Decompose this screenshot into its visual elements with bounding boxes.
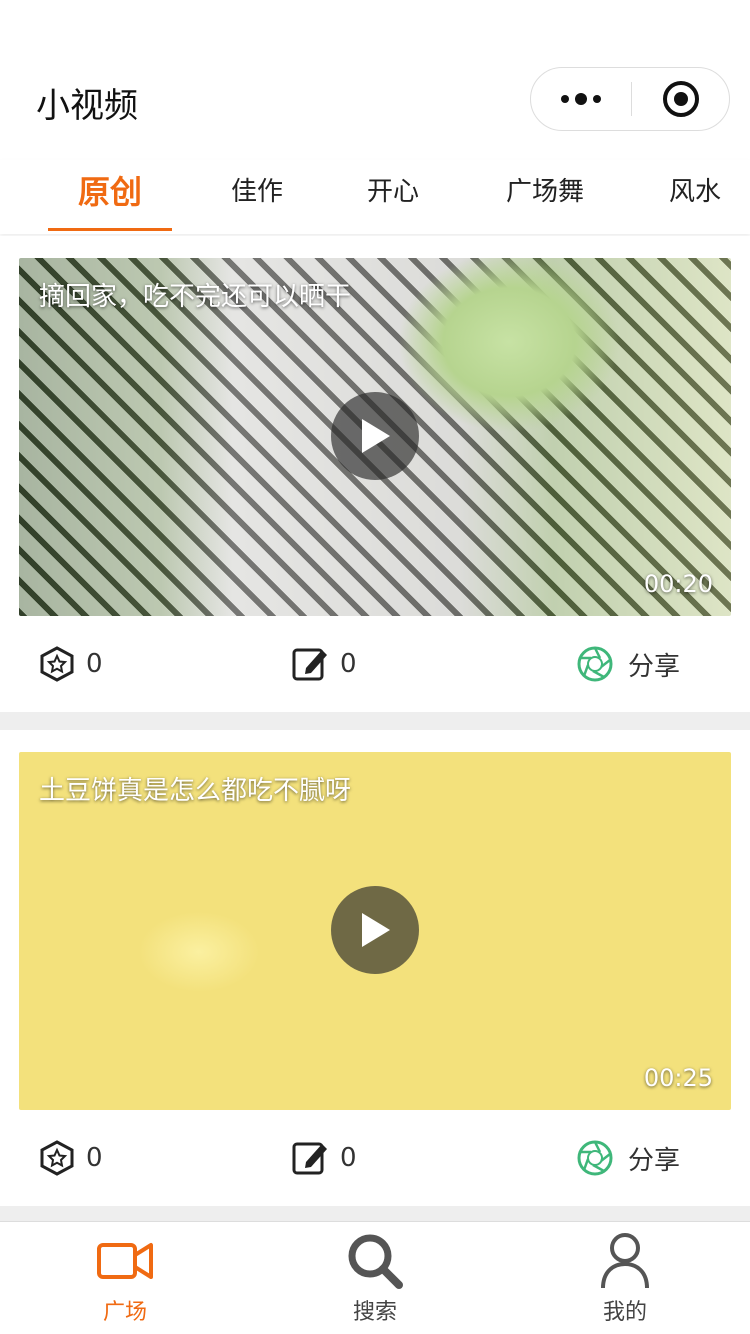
like-button[interactable]: 0 [40, 616, 103, 712]
app-title: 小视频 [36, 86, 138, 126]
nav-label: 搜索 [352, 1300, 397, 1325]
star-hexagon-icon [40, 646, 74, 682]
play-icon [362, 419, 390, 453]
like-count: 0 [86, 1143, 103, 1173]
video-card: 土豆饼真是怎么都吃不腻呀 00:25 0 0 分享 [0, 730, 750, 1206]
close-button[interactable] [632, 68, 730, 130]
nav-label: 广场 [102, 1300, 147, 1325]
edit-icon [292, 648, 327, 681]
video-player[interactable]: 土豆饼真是怎么都吃不腻呀 00:25 [19, 752, 731, 1110]
tab-masterpiece[interactable]: 佳作 [202, 160, 312, 234]
comment-button[interactable]: 0 [292, 1110, 357, 1206]
category-tabs: 原创 佳作 开心 广场舞 风水 [0, 160, 750, 234]
bottom-nav: 广场 搜索 我的 [0, 1221, 750, 1334]
video-title: 土豆饼真是怎么都吃不腻呀 [39, 776, 352, 806]
edit-icon [292, 1142, 327, 1175]
video-duration: 00:20 [643, 570, 713, 598]
comment-button[interactable]: 0 [292, 616, 357, 712]
tab-fengshui[interactable]: 风水 [640, 160, 750, 234]
nav-square[interactable]: 广场 [0, 1222, 250, 1334]
video-actions: 0 0 分享 [0, 616, 750, 712]
video-card: 摘回家，吃不完还可以晒干 00:20 0 0 分享 [0, 236, 750, 712]
video-title: 摘回家，吃不完还可以晒干 [39, 282, 352, 312]
nav-search[interactable]: 搜索 [250, 1222, 500, 1334]
nav-me[interactable]: 我的 [500, 1222, 750, 1334]
more-dots-icon [561, 93, 601, 105]
user-icon [601, 1233, 649, 1289]
like-button[interactable]: 0 [40, 1110, 103, 1206]
more-button[interactable] [531, 68, 631, 130]
search-icon [348, 1234, 403, 1289]
play-button[interactable] [331, 886, 419, 974]
video-duration: 00:25 [643, 1064, 713, 1092]
share-button[interactable]: 分享 [576, 1110, 680, 1206]
share-button[interactable]: 分享 [576, 616, 680, 712]
video-feed[interactable]: 摘回家，吃不完还可以晒干 00:20 0 0 分享 土豆饼真是怎么都吃不腻呀 0… [0, 236, 750, 1221]
share-label: 分享 [628, 651, 681, 682]
share-label: 分享 [628, 1145, 681, 1176]
aperture-share-icon [577, 1140, 613, 1176]
aperture-share-icon [577, 646, 613, 682]
video-actions: 0 0 分享 [0, 1110, 750, 1206]
play-button[interactable] [331, 392, 419, 480]
comment-count: 0 [340, 649, 357, 679]
comment-count: 0 [340, 1143, 357, 1173]
like-count: 0 [86, 649, 103, 679]
star-hexagon-icon [40, 1140, 74, 1176]
tab-original[interactable]: 原创 [48, 160, 172, 234]
nav-label: 我的 [602, 1300, 647, 1325]
mini-program-capsule [530, 67, 730, 131]
title-bar: 小视频 [0, 0, 750, 160]
target-close-icon [663, 81, 699, 117]
tab-happy[interactable]: 开心 [338, 160, 448, 234]
video-player[interactable]: 摘回家，吃不完还可以晒干 00:20 [19, 258, 731, 616]
active-tab-indicator [48, 228, 172, 231]
tab-square-dance[interactable]: 广场舞 [486, 160, 604, 234]
video-camera-icon [97, 1243, 153, 1279]
play-icon [362, 913, 390, 947]
